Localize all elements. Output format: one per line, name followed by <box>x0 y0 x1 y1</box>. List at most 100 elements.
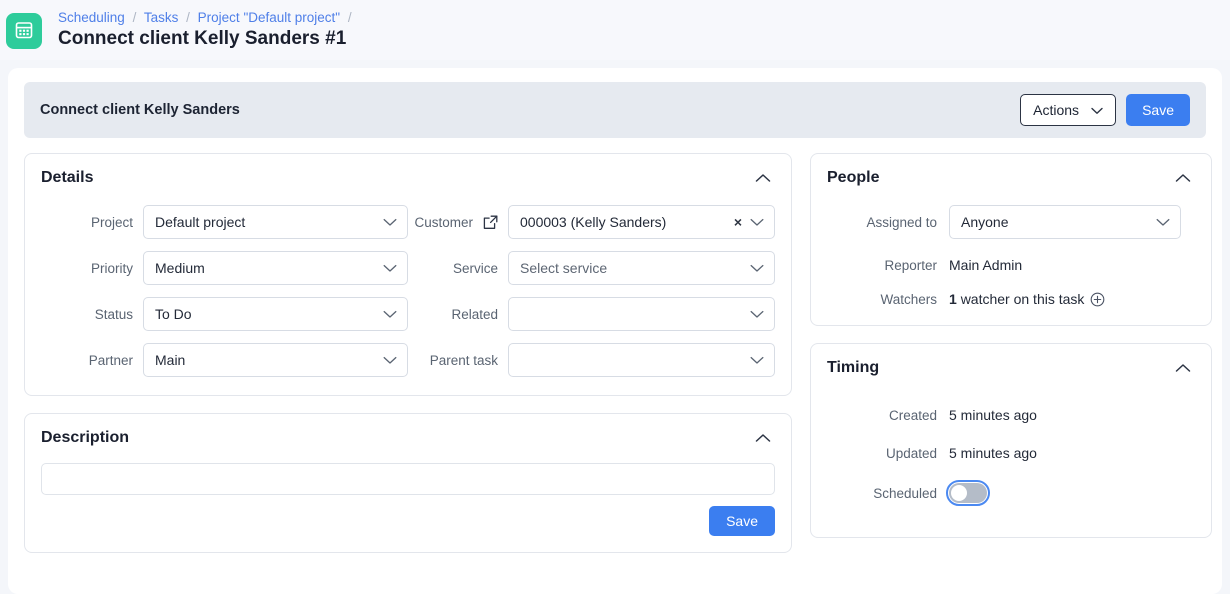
right-column: People Assigned to Anyone Reporter Main … <box>810 153 1212 555</box>
description-body: Save <box>25 457 791 552</box>
details-panel-title: Details <box>41 169 94 186</box>
customer-select[interactable]: 000003 (Kelly Sanders) × <box>508 205 775 239</box>
details-fields-left: Project Default project Priority Medium … <box>41 205 408 377</box>
field-partner: Partner Main <box>41 343 408 377</box>
calendar-icon <box>14 20 34 43</box>
page-container: Connect client Kelly Sanders Actions Sav… <box>8 68 1222 594</box>
people-collapse-button[interactable] <box>1171 171 1195 185</box>
label-scheduled: Scheduled <box>873 485 937 501</box>
customer-select-value: 000003 (Kelly Sanders) <box>520 214 667 230</box>
actions-button[interactable]: Actions <box>1020 94 1117 126</box>
details-collapse-button[interactable] <box>751 171 775 185</box>
description-collapse-button[interactable] <box>751 431 775 445</box>
details-fields-right: Customer 000003 (Kelly Sanders) × Servic… <box>408 205 775 377</box>
add-watcher-button[interactable] <box>1090 292 1105 307</box>
label-assigned-to: Assigned to <box>866 214 937 230</box>
breadcrumb-item-tasks[interactable]: Tasks <box>144 10 179 25</box>
task-header-title: Connect client Kelly Sanders <box>40 102 240 118</box>
status-select[interactable]: To Do <box>143 297 408 331</box>
watchers-value: 1 watcher on this task <box>949 291 1105 307</box>
timing-body: Created 5 minutes ago Updated 5 minutes … <box>811 387 1211 537</box>
project-select[interactable]: Default project <box>143 205 408 239</box>
service-select-value: Select service <box>520 260 608 276</box>
circle-plus-icon <box>1090 292 1105 310</box>
timing-panel-header: Timing <box>811 344 1211 387</box>
content-area: Details Project Default project Priority… <box>24 153 1212 570</box>
page-title: Connect client Kelly Sanders #1 <box>58 28 347 49</box>
row-assigned-to: Assigned to Anyone <box>827 205 1195 239</box>
breadcrumb-separator: / <box>132 10 137 25</box>
field-label-priority: Priority <box>90 260 133 276</box>
description-panel-header: Description <box>25 414 791 457</box>
task-header-actions: Actions Save <box>1020 94 1190 126</box>
field-label-related: Related <box>451 306 498 322</box>
label-created: Created <box>888 407 937 423</box>
partner-select-value: Main <box>155 352 186 368</box>
people-panel-header: People <box>811 154 1211 197</box>
chevron-down-icon <box>383 356 397 365</box>
field-label-project: Project <box>90 214 133 230</box>
field-related: Related <box>408 297 775 331</box>
assigned-to-select-value: Anyone <box>961 214 1009 230</box>
chevron-down-icon <box>1091 102 1103 118</box>
field-service: Service Select service <box>408 251 775 285</box>
details-panel: Details Project Default project Priority… <box>24 153 792 396</box>
top-bar: Scheduling / Tasks / Project "Default pr… <box>0 0 1230 60</box>
status-select-value: To Do <box>155 306 192 322</box>
breadcrumb-item-scheduling[interactable]: Scheduling <box>58 10 125 25</box>
row-scheduled: Scheduled <box>827 480 1195 506</box>
details-fields: Project Default project Priority Medium … <box>25 197 791 395</box>
chevron-down-icon <box>383 264 397 273</box>
timing-collapse-button[interactable] <box>1171 361 1195 375</box>
save-button[interactable]: Save <box>1126 94 1190 126</box>
people-body: Assigned to Anyone Reporter Main Admin W… <box>811 197 1211 325</box>
breadcrumb-separator: / <box>186 10 190 25</box>
breadcrumb-separator: / <box>347 10 352 25</box>
external-link-icon <box>483 215 498 233</box>
field-project: Project Default project <box>41 205 408 239</box>
customer-clear-button[interactable]: × <box>730 215 750 229</box>
row-reporter: Reporter Main Admin <box>827 257 1195 273</box>
breadcrumb-item-project[interactable]: Project "Default project" <box>198 10 340 25</box>
label-reporter: Reporter <box>884 257 937 273</box>
field-customer: Customer 000003 (Kelly Sanders) × <box>408 205 775 239</box>
priority-select[interactable]: Medium <box>143 251 408 285</box>
customer-external-link-button[interactable] <box>483 215 508 230</box>
topbar-text: Scheduling / Tasks / Project "Default pr… <box>58 9 356 51</box>
description-panel-title: Description <box>41 429 130 446</box>
chevron-down-icon <box>750 264 764 273</box>
field-label-partner: Partner <box>88 352 133 368</box>
label-watchers: Watchers <box>880 291 937 307</box>
chevron-down-icon <box>383 218 397 227</box>
parent-task-select[interactable] <box>508 343 775 377</box>
assigned-to-select[interactable]: Anyone <box>949 205 1181 239</box>
service-select[interactable]: Select service <box>508 251 775 285</box>
field-label-parent-task: Parent task <box>429 352 498 368</box>
field-parent-task: Parent task <box>408 343 775 377</box>
breadcrumb: Scheduling / Tasks / Project "Default pr… <box>58 9 356 26</box>
chevron-down-icon <box>1156 218 1170 227</box>
scheduled-toggle[interactable] <box>946 480 990 506</box>
field-label-status: Status <box>94 306 133 322</box>
people-panel-title: People <box>827 169 880 186</box>
scheduled-toggle-knob <box>951 485 967 501</box>
actions-button-label: Actions <box>1033 102 1080 118</box>
partner-select[interactable]: Main <box>143 343 408 377</box>
description-panel: Description Save <box>24 413 792 553</box>
field-priority: Priority Medium <box>41 251 408 285</box>
chevron-up-icon <box>1175 361 1191 376</box>
description-save-button[interactable]: Save <box>709 506 775 536</box>
row-created: Created 5 minutes ago <box>827 407 1195 423</box>
timing-panel-title: Timing <box>827 359 880 376</box>
field-label-customer: Customer <box>414 214 473 230</box>
chevron-down-icon <box>383 310 397 319</box>
watchers-text: watcher on this task <box>960 291 1085 307</box>
description-input[interactable] <box>41 463 775 495</box>
app-logo <box>6 13 42 49</box>
created-value: 5 minutes ago <box>949 407 1037 423</box>
reporter-value: Main Admin <box>949 257 1023 273</box>
related-select[interactable] <box>508 297 775 331</box>
description-actions: Save <box>41 506 775 536</box>
priority-select-value: Medium <box>155 260 205 276</box>
row-updated: Updated 5 minutes ago <box>827 445 1195 461</box>
